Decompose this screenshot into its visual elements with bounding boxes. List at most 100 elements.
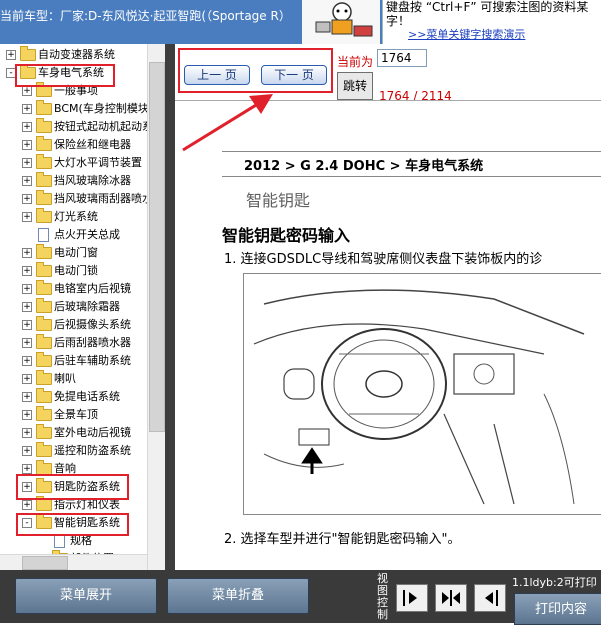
folder-icon	[36, 370, 52, 385]
jump-button[interactable]: 跳转	[337, 72, 373, 100]
expand-toggle[interactable]: +	[22, 302, 32, 312]
folder-icon	[36, 118, 52, 133]
current-page-label: 当前为	[337, 55, 374, 69]
tree-item[interactable]: + 自动变速器系统	[0, 46, 147, 64]
tree-item-label: 挡风玻璃除冰器	[54, 174, 131, 187]
tree-item[interactable]: + 后驻车辅助系统	[0, 352, 147, 370]
tree-item[interactable]: + 电铬室内后视镜	[0, 280, 147, 298]
tree-item[interactable]: + 大灯水平调节装置	[0, 154, 147, 172]
expand-toggle[interactable]: +	[22, 194, 32, 204]
annotation-box-page-buttons	[178, 48, 333, 93]
folder-icon	[36, 424, 52, 439]
folder-icon	[36, 244, 52, 259]
tree-hscrollbar-thumb[interactable]	[22, 556, 68, 570]
expand-toggle[interactable]: +	[22, 284, 32, 294]
tree-item-label: 自动变速器系统	[38, 48, 115, 61]
folder-icon	[36, 406, 52, 421]
tree-item-label: 室外电动后视镜	[54, 426, 131, 439]
view-split-button[interactable]	[435, 584, 467, 612]
expand-toggle[interactable]: +	[22, 464, 32, 474]
tree-item[interactable]: + 免提电话系统	[0, 388, 147, 406]
tree-item[interactable]: 点火开关总成	[0, 226, 147, 244]
step-2-text: 2. 选择车型并进行"智能钥匙密码输入"。	[224, 532, 461, 547]
folder-icon	[36, 388, 52, 403]
tree-item[interactable]: + 室外电动后视镜	[0, 424, 147, 442]
folder-icon	[36, 136, 52, 151]
tip-text-line1: 键盘按 “Ctrl+F” 可搜索注图的资料某	[386, 0, 589, 14]
tree-item[interactable]: + 挡风玻璃除冰器	[0, 172, 147, 190]
folder-icon	[36, 352, 52, 367]
expand-toggle[interactable]: +	[22, 176, 32, 186]
tree-item[interactable]: + 电动门窗	[0, 244, 147, 262]
expand-toggle[interactable]: +	[22, 356, 32, 366]
expand-toggle[interactable]: +	[22, 212, 32, 222]
dashboard-illustration	[243, 273, 601, 515]
expand-toggle[interactable]: +	[6, 50, 16, 60]
page-number-input[interactable]	[377, 49, 427, 67]
view-right-button[interactable]	[396, 584, 428, 612]
annotation-box-smart-key	[16, 513, 129, 536]
view-left-button[interactable]	[474, 584, 506, 612]
step-1-text: 1. 连接GDSDLC导线和驾驶席侧仪表盘下装饰板内的诊	[224, 252, 543, 267]
expand-toggle[interactable]: +	[22, 122, 32, 132]
arrow-left-icon	[485, 590, 498, 606]
tree-item[interactable]: + 挡风玻璃雨刮器喷水	[0, 190, 153, 208]
expand-toggle[interactable]: +	[22, 266, 32, 276]
expand-toggle[interactable]: +	[22, 428, 32, 438]
expand-toggle[interactable]: +	[22, 392, 32, 402]
tree-item-label: 后驻车辅助系统	[54, 354, 131, 367]
expand-toggle[interactable]: +	[22, 446, 32, 456]
tree-item[interactable]: + BCM(车身控制模块)	[0, 100, 153, 118]
expand-toggle[interactable]: +	[22, 104, 32, 114]
annotation-box-immobilizer	[16, 474, 129, 500]
tree-item[interactable]: + 全景车顶	[0, 406, 147, 424]
tree-item[interactable]: + 遥控和防盗系统	[0, 442, 147, 460]
folder-icon	[20, 46, 36, 61]
tree-item-label: 电铬室内后视镜	[54, 282, 131, 295]
expand-toggle[interactable]: +	[22, 410, 32, 420]
folder-icon	[36, 208, 52, 223]
print-button[interactable]: 打印内容	[514, 593, 601, 625]
expand-toggle[interactable]: +	[22, 140, 32, 150]
panel-splitter[interactable]	[165, 44, 175, 570]
tree-item[interactable]: + 电动门锁	[0, 262, 147, 280]
expand-toggle[interactable]: +	[22, 158, 32, 168]
expand-toggle[interactable]: +	[22, 500, 32, 510]
expand-toggle[interactable]: +	[22, 248, 32, 258]
folder-icon	[36, 100, 52, 115]
folder-icon	[36, 316, 52, 331]
menu-expand-button[interactable]: 菜单展开	[15, 578, 157, 614]
tree-item[interactable]: + 后视摄像头系统	[0, 316, 147, 334]
annotation-arrow	[182, 94, 273, 152]
tip-text-line2: 字！	[386, 14, 411, 28]
tree-item-label: 后玻璃除霜器	[54, 300, 120, 313]
document-icon	[54, 534, 65, 548]
tree-item[interactable]: + 后雨刮器喷水器	[0, 334, 147, 352]
tree-item-label: 喇叭	[54, 372, 76, 385]
tree-item[interactable]: + 保险丝和继电器	[0, 136, 147, 154]
folder-icon	[36, 334, 52, 349]
tree-item-label: 点火开关总成	[54, 228, 120, 241]
search-demo-link[interactable]: >>菜单关键字搜索演示	[408, 26, 525, 42]
menu-collapse-button[interactable]: 菜单折叠	[167, 578, 309, 614]
tree-item-label: 免提电话系统	[54, 390, 120, 403]
tree-item[interactable]: + 后玻璃除霜器	[0, 298, 147, 316]
procedure-title: 智能钥匙密码输入	[222, 226, 351, 245]
tree-item[interactable]: + 灯光系统	[0, 208, 147, 226]
folder-icon	[36, 262, 52, 277]
folder-icon	[36, 172, 52, 187]
expand-toggle[interactable]: +	[22, 338, 32, 348]
tree-item-label: 全景车顶	[54, 408, 98, 421]
document-icon	[38, 228, 49, 242]
expand-toggle[interactable]: +	[22, 374, 32, 384]
expand-toggle[interactable]: +	[22, 86, 32, 96]
tree-item-label: 灯光系统	[54, 210, 98, 223]
tree-item[interactable]: + 按钮式起动机起动系统	[0, 118, 164, 136]
tree-item[interactable]: + 喇叭	[0, 370, 147, 388]
tree-item-label: 遥控和防盗系统	[54, 444, 131, 457]
tree-item-label: 后雨刮器喷水器	[54, 336, 131, 349]
folder-icon	[36, 280, 52, 295]
arrow-right-icon	[403, 590, 417, 606]
expand-toggle[interactable]: +	[22, 320, 32, 330]
tree-scrollbar-thumb[interactable]	[149, 62, 165, 432]
